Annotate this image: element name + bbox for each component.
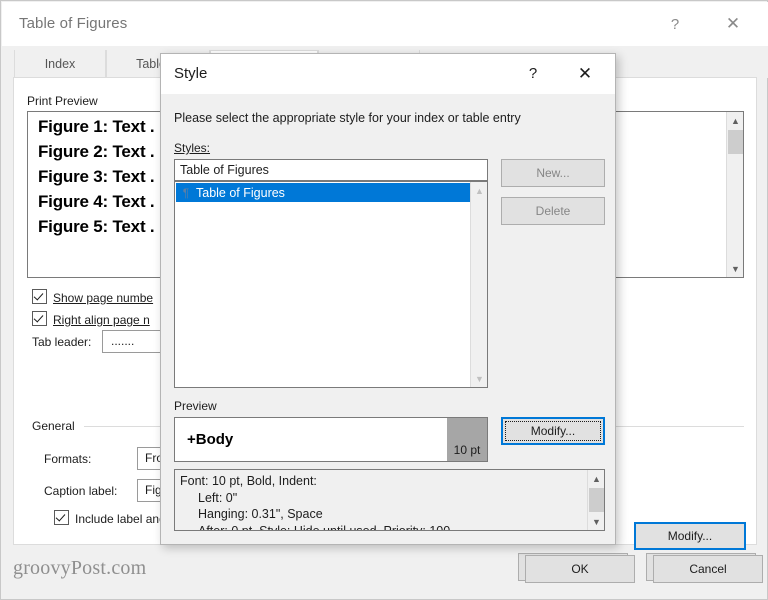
style-dialog-titlebar: Style ? ✕: [161, 54, 615, 94]
general-group-label: General: [32, 419, 75, 433]
styles-combo-input[interactable]: Table of Figures: [174, 159, 488, 181]
style-preview-box: +Body 10 pt: [174, 417, 488, 462]
window-title: Table of Figures: [19, 15, 128, 32]
help-icon[interactable]: ?: [652, 3, 698, 45]
checkbox-right-align-label: Right align page n: [53, 313, 150, 327]
modify-button-label: Modify...: [505, 421, 601, 441]
delete-button[interactable]: Delete: [501, 197, 605, 225]
close-icon[interactable]: ✕: [563, 54, 607, 93]
style-description-scrollbar[interactable]: ▲ ▼: [587, 470, 604, 530]
chevron-up-icon[interactable]: ▲: [471, 182, 487, 199]
caption-label-label: Caption label:: [44, 484, 118, 498]
tab-leader-label: Tab leader:: [32, 335, 92, 349]
print-preview-label: Print Preview: [27, 94, 98, 108]
style-description-text: Font: 10 pt, Bold, Indent: Left: 0" Hang…: [180, 473, 570, 531]
checkbox-include-label-and-number[interactable]: Include label and: [54, 510, 166, 526]
close-icon[interactable]: ✕: [710, 3, 756, 45]
preview-font-name: +Body: [187, 431, 234, 448]
chevron-down-icon[interactable]: ▼: [471, 370, 487, 387]
modify-button[interactable]: Modify...: [634, 522, 746, 550]
checkbox-show-page-numbers[interactable]: Show page numbe: [32, 289, 153, 305]
preview-label: Preview: [174, 399, 217, 413]
checkbox-check-icon: [54, 510, 69, 525]
checkbox-show-page-numbers-label: Show page numbe: [53, 291, 154, 305]
delete-button-label: Delete: [535, 204, 571, 218]
style-dialog: Style ? ✕ Please select the appropriate …: [160, 53, 763, 583]
style-description-box: Font: 10 pt, Bold, Indent: Left: 0" Hang…: [174, 469, 605, 531]
help-icon[interactable]: ?: [511, 54, 555, 93]
checkbox-check-icon: [32, 289, 47, 304]
style-description-line: Hanging: 0.31", Space: [198, 507, 323, 521]
styles-listbox[interactable]: ¶ Table of Figures ▲ ▼: [174, 181, 488, 388]
chevron-down-icon[interactable]: ▼: [588, 513, 604, 530]
list-item[interactable]: ¶ Table of Figures: [176, 183, 470, 202]
scrollbar-thumb[interactable]: [589, 488, 604, 512]
new-button-label: New...: [536, 166, 570, 180]
new-button[interactable]: New...: [501, 159, 605, 187]
style-description-line: Left: 0": [198, 490, 238, 505]
chevron-up-icon[interactable]: ▲: [727, 112, 743, 129]
style-description-line: Font: 10 pt, Bold, Indent:: [180, 474, 317, 488]
chevron-down-icon[interactable]: ▼: [727, 260, 743, 277]
modify-button[interactable]: Modify...: [501, 417, 605, 445]
preview-font-size: 10 pt: [447, 418, 487, 461]
checkbox-include-label-text: Include label and: [75, 512, 166, 526]
web-preview-scrollbar[interactable]: ▲ ▼: [726, 112, 743, 277]
styles-listbox-scrollbar[interactable]: ▲ ▼: [470, 182, 487, 387]
cancel-button[interactable]: Cancel: [653, 555, 763, 583]
list-item-label: Table of Figures: [196, 185, 285, 200]
ok-button[interactable]: OK: [525, 555, 635, 583]
styles-label-text: Styles:: [174, 141, 211, 155]
cancel-button-label: Cancel: [689, 562, 727, 576]
tab-index-label: Index: [44, 57, 76, 71]
chevron-up-icon[interactable]: ▲: [588, 470, 604, 487]
scrollbar-thumb[interactable]: [728, 130, 743, 154]
window-titlebar: Table of Figures ? ✕: [2, 2, 768, 46]
style-dialog-instruction: Please select the appropriate style for …: [174, 111, 521, 125]
tab-index[interactable]: Index: [14, 50, 106, 78]
watermark: groovyPost.com: [13, 557, 147, 579]
modify-button-label: Modify...: [667, 529, 713, 543]
checkbox-check-icon: [32, 311, 47, 326]
style-dialog-title: Style: [174, 65, 208, 82]
ok-button-label: OK: [571, 562, 589, 576]
formats-label: Formats:: [44, 452, 92, 466]
paragraph-mark-icon: ¶: [182, 185, 190, 200]
table-of-figures-dialog: Table of Figures ? ✕ Index Table of Prin…: [0, 0, 768, 600]
styles-label: Styles:: [174, 141, 210, 155]
style-description-line: After: 0 pt, Style: Hide until used, Pri…: [198, 523, 451, 531]
checkbox-right-align-page-numbers[interactable]: Right align page n: [32, 311, 150, 327]
